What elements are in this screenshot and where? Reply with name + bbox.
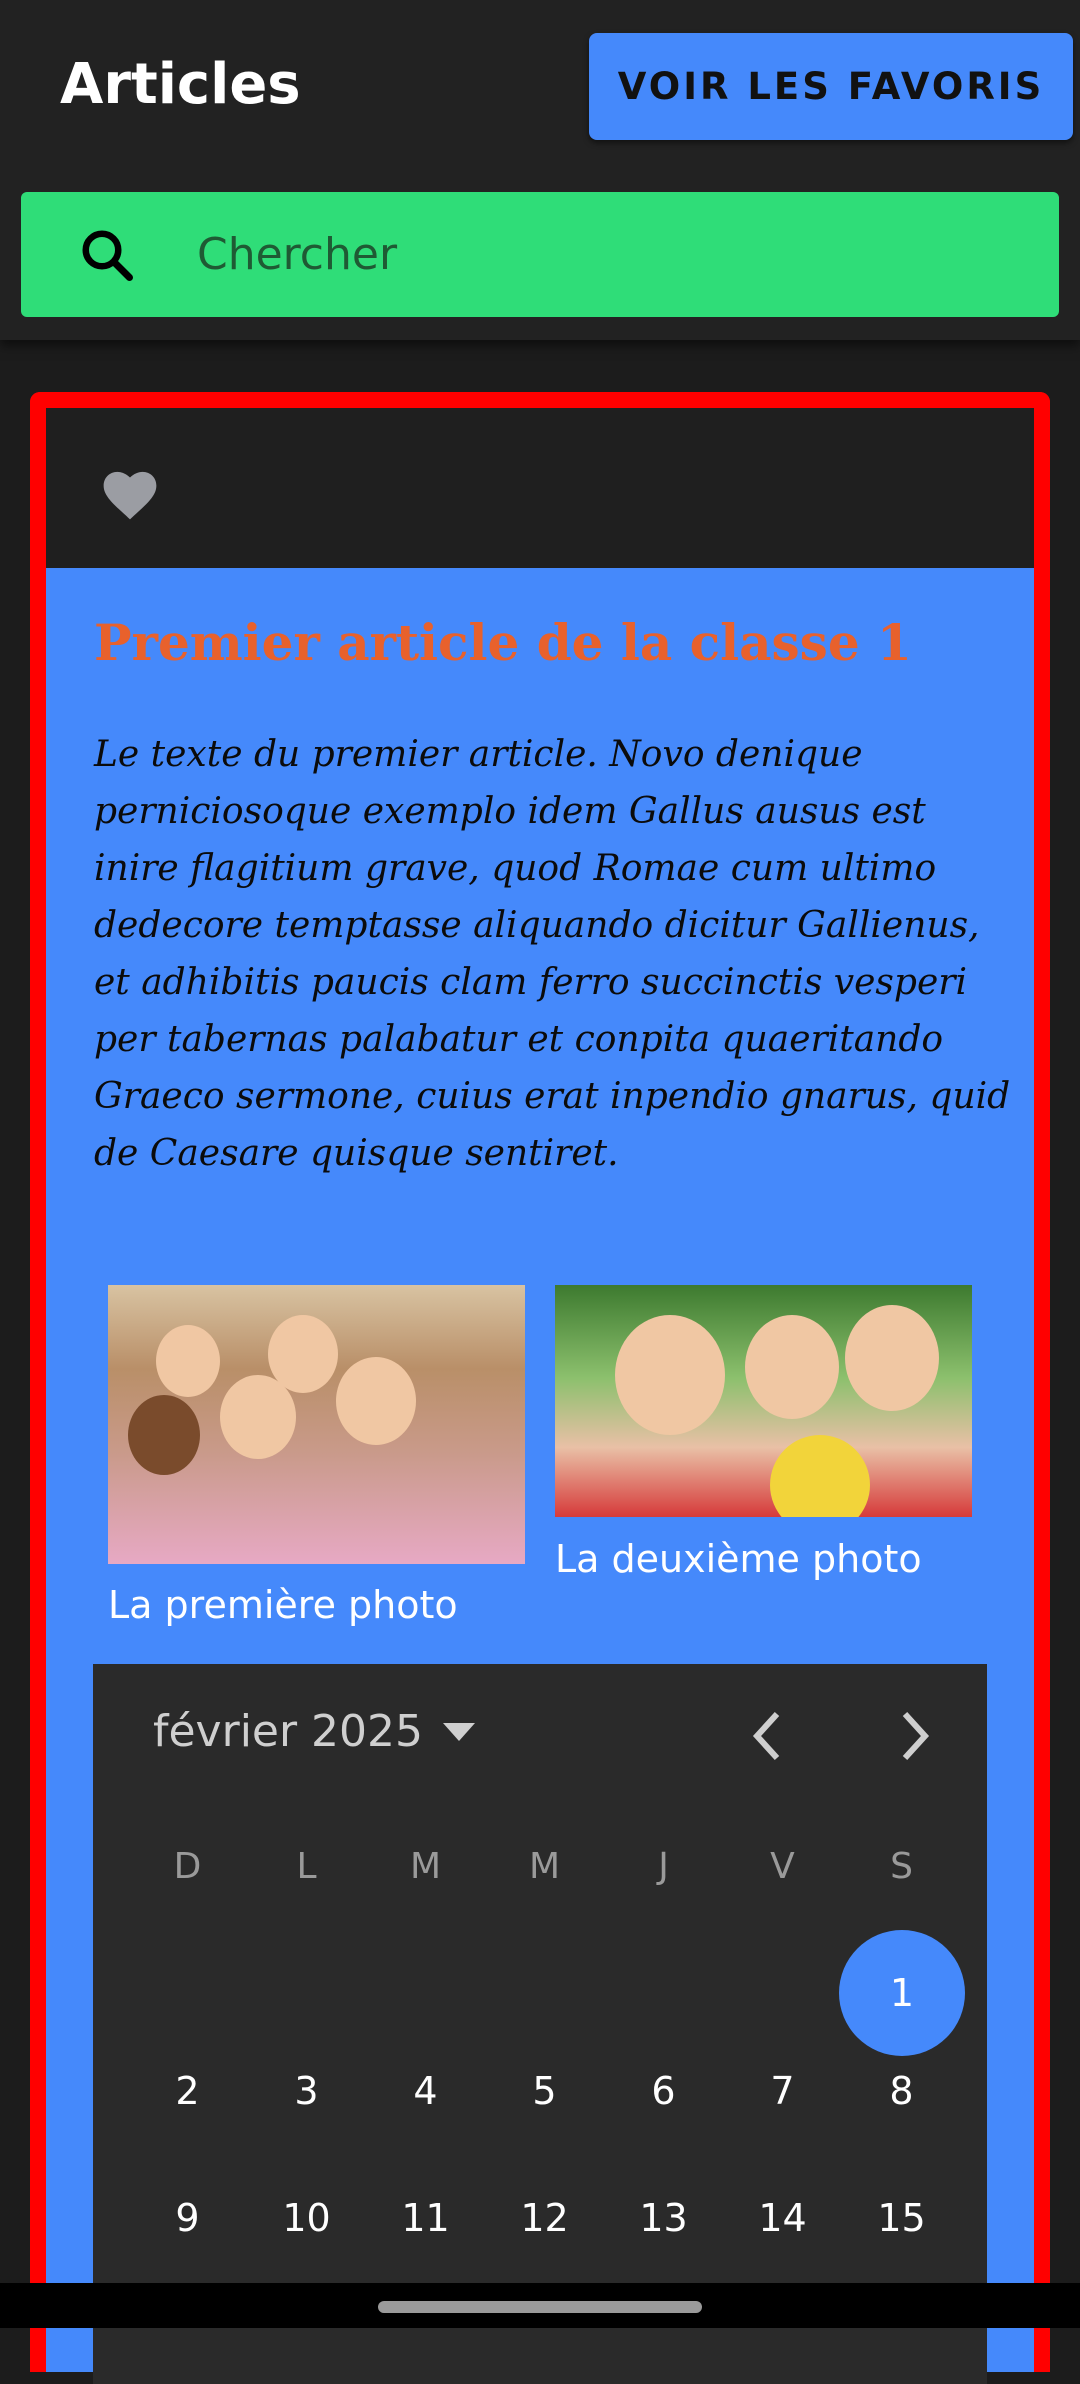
search-icon — [82, 230, 133, 281]
calendar-day[interactable]: 10 — [247, 2196, 366, 2240]
dropdown-triangle-icon — [443, 1722, 476, 1741]
month-label: février 2025 — [153, 1706, 424, 1757]
calendar-day[interactable]: 15 — [842, 2196, 961, 2240]
calendar-day[interactable]: 2 — [128, 2069, 247, 2113]
search-input[interactable] — [195, 228, 959, 281]
calendar-day[interactable]: 9 — [128, 2196, 247, 2240]
home-gesture-handle[interactable] — [378, 2301, 702, 2313]
article-content: La première photo La deuxième photo févr… — [46, 408, 1034, 2384]
search-bar[interactable] — [21, 192, 1059, 317]
calendar-day[interactable]: 13 — [604, 2196, 723, 2240]
weekday-sunday: D — [173, 1846, 202, 1887]
second-photo[interactable] — [555, 1285, 972, 1517]
weekday-monday: L — [296, 1846, 317, 1887]
calendar-day[interactable]: 11 — [366, 2196, 485, 2240]
calendar-day[interactable]: 5 — [485, 2069, 604, 2113]
page-title: Articles — [60, 52, 301, 117]
second-photo-caption: La deuxième photo — [555, 1537, 922, 1581]
calendar-day[interactable]: 6 — [604, 2069, 723, 2113]
previous-month-chevron-icon[interactable] — [745, 1706, 793, 1766]
calendar-day[interactable]: 7 — [723, 2069, 842, 2113]
calendar-day[interactable]: 12 — [485, 2196, 604, 2240]
view-favorites-button[interactable]: VOIR LES FAVORIS — [589, 33, 1073, 140]
first-photo-caption: La première photo — [108, 1583, 458, 1627]
calendar-day-selected[interactable]: 1 — [839, 1930, 965, 2056]
calendar-day[interactable]: 14 — [723, 2196, 842, 2240]
weekday-saturday: S — [890, 1846, 913, 1887]
calendar-day[interactable]: 3 — [247, 2069, 366, 2113]
system-navigation-bar — [0, 2283, 1080, 2328]
calendar-day[interactable]: 4 — [366, 2069, 485, 2113]
weekday-friday: V — [770, 1846, 795, 1887]
first-photo[interactable] — [108, 1285, 525, 1564]
top-app-bar: Articles VOIR LES FAVORIS — [0, 0, 1080, 340]
weekday-thursday: J — [658, 1846, 669, 1887]
weekday-wednesday: M — [528, 1846, 561, 1887]
weekday-tuesday: M — [409, 1846, 442, 1887]
date-picker: février 2025 D L M M J V S 1 2 3 4 5 6 7… — [93, 1664, 987, 2384]
next-month-chevron-icon[interactable] — [889, 1706, 937, 1766]
month-selector[interactable]: février 2025 — [153, 1706, 477, 1757]
calendar-day[interactable]: 8 — [842, 2069, 961, 2113]
